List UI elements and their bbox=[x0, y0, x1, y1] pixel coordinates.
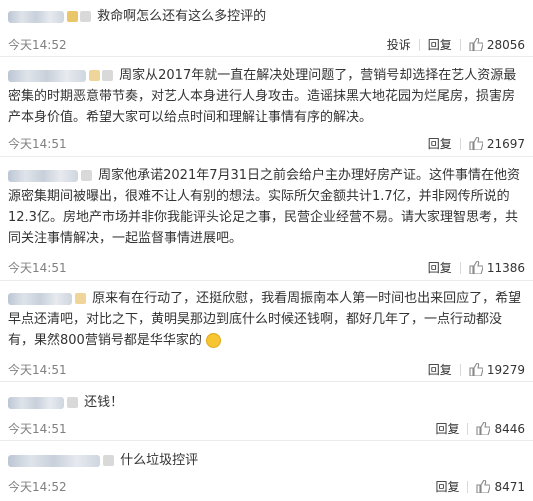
reply-button[interactable]: 回复 bbox=[420, 135, 460, 152]
thumbs-up-icon bbox=[476, 422, 491, 435]
level-badge-icon bbox=[67, 397, 78, 408]
like-count: 21697 bbox=[486, 136, 525, 151]
comment-body: 救命啊怎么还有这么多控评的 bbox=[8, 6, 525, 27]
comment-meta: 今天14:51 回复 21697 bbox=[8, 135, 525, 153]
comment-meta: 今天14:51 回复 11386 bbox=[8, 259, 525, 277]
comment-item: 周家从2017年就一直在解决处理问题了，营销号却选择在艺人资源最密集的时期恶意带… bbox=[0, 57, 533, 157]
like-button[interactable]: 11386 bbox=[461, 261, 525, 275]
thumbs-up-icon bbox=[469, 363, 483, 376]
level-badge-icon bbox=[103, 455, 114, 466]
comment-item: 原来有在行动了，还挺欣慰，我看周振南本人第一时间也出来回应了，希望早点还清吧，对… bbox=[0, 281, 533, 382]
reply-button[interactable]: 回复 bbox=[427, 420, 467, 437]
comment-item: 周家他承诺2021年7月31日之前会给户主办理好房产证。这件事情在他资源密集期间… bbox=[0, 157, 533, 281]
comment-actions: 回复 8446 bbox=[427, 420, 525, 437]
thumbs-up-icon bbox=[476, 480, 491, 493]
like-count: 28056 bbox=[486, 37, 525, 52]
comment-item: 救命啊怎么还有这么多控评的 今天14:52 投诉 回复 28056 bbox=[0, 0, 533, 57]
level-badge-icon bbox=[102, 70, 113, 81]
comment-text: 救命啊怎么还有这么多控评的 bbox=[97, 9, 267, 24]
username-blurred[interactable] bbox=[8, 454, 100, 467]
comment-time: 今天14:51 bbox=[8, 137, 67, 151]
comment-meta: 今天14:52 投诉 回复 28056 bbox=[8, 36, 525, 54]
comment-text: 还钱！ bbox=[84, 395, 124, 410]
comment-body: 周家他承诺2021年7月31日之前会给户主办理好房产证。这件事情在他资源密集期间… bbox=[8, 165, 525, 249]
comment-text: 什么垃圾控评 bbox=[120, 453, 199, 468]
username-blurred[interactable] bbox=[8, 169, 78, 182]
reply-button[interactable]: 回复 bbox=[427, 478, 467, 495]
comment-meta: 今天14:51 回复 19279 bbox=[8, 361, 525, 379]
smile-emoji-icon bbox=[205, 333, 221, 348]
like-button[interactable]: 28056 bbox=[461, 38, 525, 52]
comment-time: 今天14:51 bbox=[8, 422, 67, 436]
comment-body: 原来有在行动了，还挺欣慰，我看周振南本人第一时间也出来回应了，希望早点还清吧，对… bbox=[8, 288, 525, 351]
comment-item: 还钱！ 今天14:51 回复 8446 bbox=[0, 382, 533, 441]
username-blurred[interactable] bbox=[8, 292, 72, 305]
thumbs-up-icon bbox=[469, 38, 483, 51]
comment-body: 周家从2017年就一直在解决处理问题了，营销号却选择在艺人资源最密集的时期恶意带… bbox=[8, 65, 525, 128]
like-count: 19279 bbox=[486, 362, 525, 377]
comment-time: 今天14:51 bbox=[8, 261, 67, 275]
comment-time: 今天14:52 bbox=[8, 38, 67, 52]
like-button[interactable]: 19279 bbox=[461, 363, 525, 377]
reply-button[interactable]: 回复 bbox=[420, 361, 460, 378]
comment-body: 还钱！ bbox=[8, 392, 525, 413]
comment-actions: 回复 8471 bbox=[427, 478, 525, 495]
thumbs-up-icon bbox=[469, 137, 483, 150]
like-count: 11386 bbox=[486, 260, 525, 275]
username-blurred[interactable] bbox=[8, 10, 64, 23]
comment-meta: 今天14:52 回复 8471 bbox=[8, 478, 525, 496]
thumbs-up-icon bbox=[469, 261, 483, 274]
level-badge-icon bbox=[81, 170, 92, 181]
comment-time: 今天14:52 bbox=[8, 480, 67, 494]
comment-item: 什么垃圾控评 今天14:52 回复 8471 bbox=[0, 441, 533, 501]
comment-meta: 今天14:51 回复 8446 bbox=[8, 420, 525, 438]
comment-actions: 回复 19279 bbox=[420, 361, 525, 378]
username-blurred[interactable] bbox=[8, 396, 64, 409]
report-button[interactable]: 投诉 bbox=[379, 36, 419, 53]
username-blurred[interactable] bbox=[8, 69, 86, 82]
comment-actions: 回复 11386 bbox=[420, 259, 525, 276]
comment-body: 什么垃圾控评 bbox=[8, 450, 525, 471]
like-button[interactable]: 8446 bbox=[468, 422, 525, 436]
comment-actions: 投诉 回复 28056 bbox=[379, 36, 525, 53]
comment-actions: 回复 21697 bbox=[420, 135, 525, 152]
reply-button[interactable]: 回复 bbox=[420, 36, 460, 53]
like-count: 8446 bbox=[494, 421, 525, 436]
like-count: 8471 bbox=[494, 479, 525, 494]
like-button[interactable]: 21697 bbox=[461, 137, 525, 151]
member-badge-icon bbox=[89, 70, 100, 81]
member-badge-icon bbox=[67, 11, 78, 22]
like-button[interactable]: 8471 bbox=[468, 480, 525, 494]
reply-button[interactable]: 回复 bbox=[420, 259, 460, 276]
comment-time: 今天14:51 bbox=[8, 363, 67, 377]
member-badge-icon bbox=[75, 293, 86, 304]
level-badge-icon bbox=[80, 11, 91, 22]
